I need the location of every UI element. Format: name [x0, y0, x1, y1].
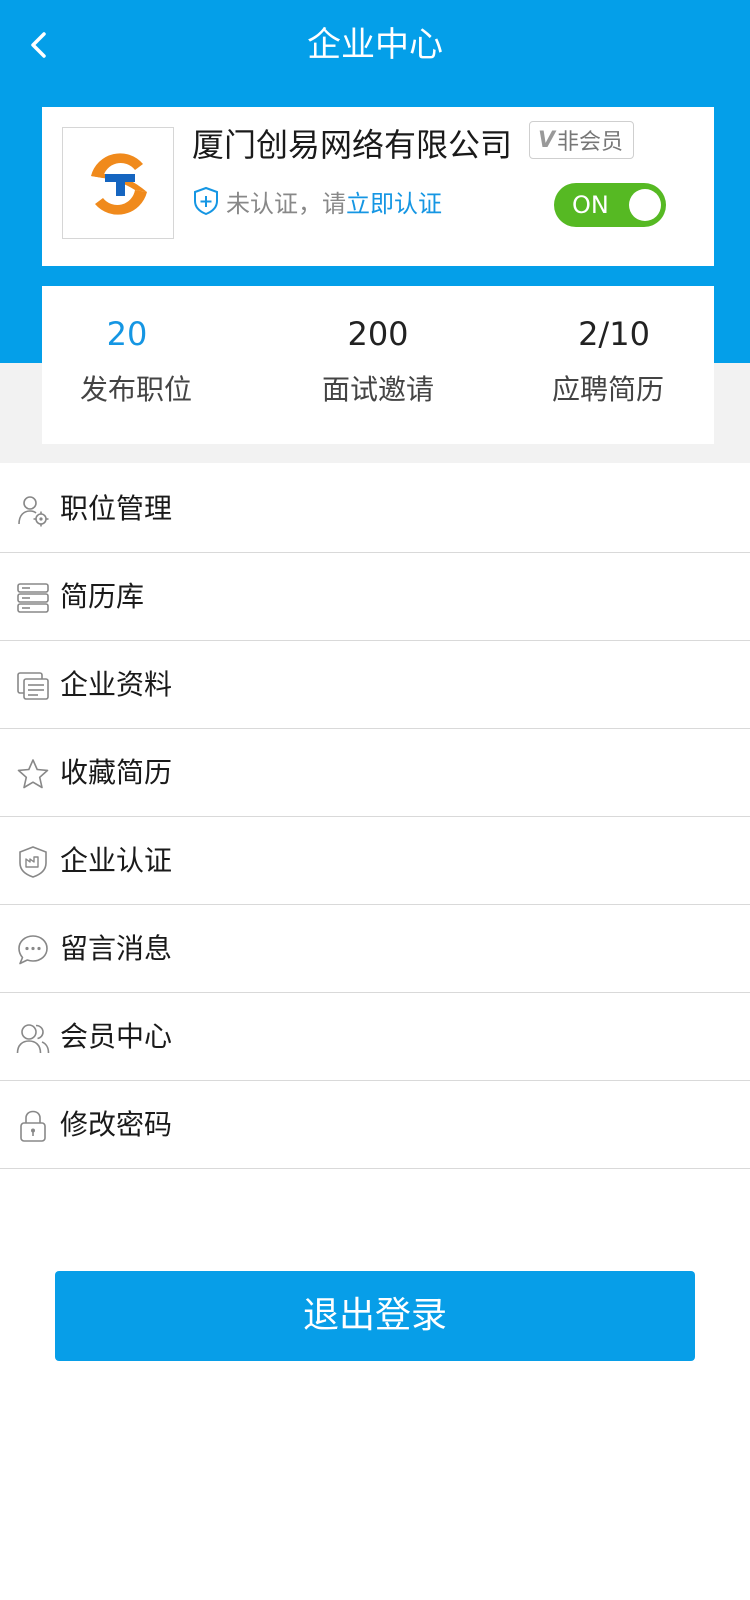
users-icon [16, 1024, 50, 1054]
menu-item-label: 企业资料 [60, 668, 173, 701]
menu-item-label: 修改密码 [60, 1108, 173, 1141]
server-icon [17, 583, 49, 613]
page-title: 企业中心 [307, 25, 443, 65]
cards-icon [17, 672, 49, 700]
stat-interview-invitations[interactable]: 200 面试邀请 [266, 286, 490, 444]
lock-icon [20, 1110, 46, 1142]
toggle-knob [629, 189, 661, 221]
menu-item-resume-library[interactable]: 简历库 [0, 553, 750, 641]
certify-now-link[interactable]: 立即认证 [346, 184, 442, 219]
member-badge-label: 非会员 [557, 130, 624, 155]
menu-item-job-management[interactable]: 职位管理 [0, 465, 750, 553]
company-logo-icon [91, 153, 147, 215]
stat-received-resumes[interactable]: 2/10 应聘简历 [490, 286, 714, 444]
menu-item-change-password[interactable]: 修改密码 [0, 1081, 750, 1169]
stat-label: 发布职位 [79, 373, 192, 406]
company-name: 厦门创易网络有限公司 [192, 126, 513, 164]
company-logo [62, 127, 174, 239]
menu-item-label: 企业认证 [60, 844, 173, 877]
chat-bubble-icon [18, 935, 48, 965]
toggle-label: ON [572, 191, 609, 219]
member-badge: V 非会员 [529, 121, 635, 159]
stat-value: 200 [347, 315, 409, 353]
menu-item-saved-resumes[interactable]: 收藏简历 [0, 729, 750, 817]
stat-label: 面试邀请 [321, 373, 434, 406]
shield-factory-icon [19, 846, 47, 878]
menu-item-company-profile[interactable]: 企业资料 [0, 641, 750, 729]
menu-item-member-center[interactable]: 会员中心 [0, 993, 750, 1081]
menu-item-label: 职位管理 [60, 492, 173, 525]
certification-status: 未认证，请 立即认证 [192, 183, 442, 219]
star-icon [17, 759, 49, 789]
company-card: 厦门创易网络有限公司 V 非会员 未认证，请 立即认证 ON [42, 107, 714, 266]
certification-status-text: 未认证，请 [226, 189, 346, 218]
stats-panel: 20 发布职位 200 面试邀请 2/10 应聘简历 [42, 286, 714, 444]
stat-label: 应聘简历 [551, 373, 664, 406]
menu-item-label: 简历库 [60, 580, 145, 613]
user-gear-icon [18, 496, 49, 527]
member-badge-mark: V [538, 127, 556, 153]
stat-posted-jobs[interactable]: 20 发布职位 [42, 286, 266, 444]
menu-item-label: 收藏简历 [60, 756, 173, 789]
menu-item-label: 留言消息 [60, 932, 173, 965]
logout-button[interactable]: 退出登录 [55, 1271, 695, 1361]
stat-value: 2/10 [578, 315, 650, 353]
menu-list: 职位管理 简历库 企业资料 收藏简历 企业认证 留言消息 会员中心 修改密码 [0, 465, 750, 1169]
status-toggle[interactable]: ON [554, 183, 666, 227]
menu-item-label: 会员中心 [60, 1020, 173, 1053]
menu-item-messages[interactable]: 留言消息 [0, 905, 750, 993]
shield-plus-icon [194, 186, 218, 216]
stat-value: 20 [106, 315, 148, 353]
menu-item-company-certification[interactable]: 企业认证 [0, 817, 750, 905]
